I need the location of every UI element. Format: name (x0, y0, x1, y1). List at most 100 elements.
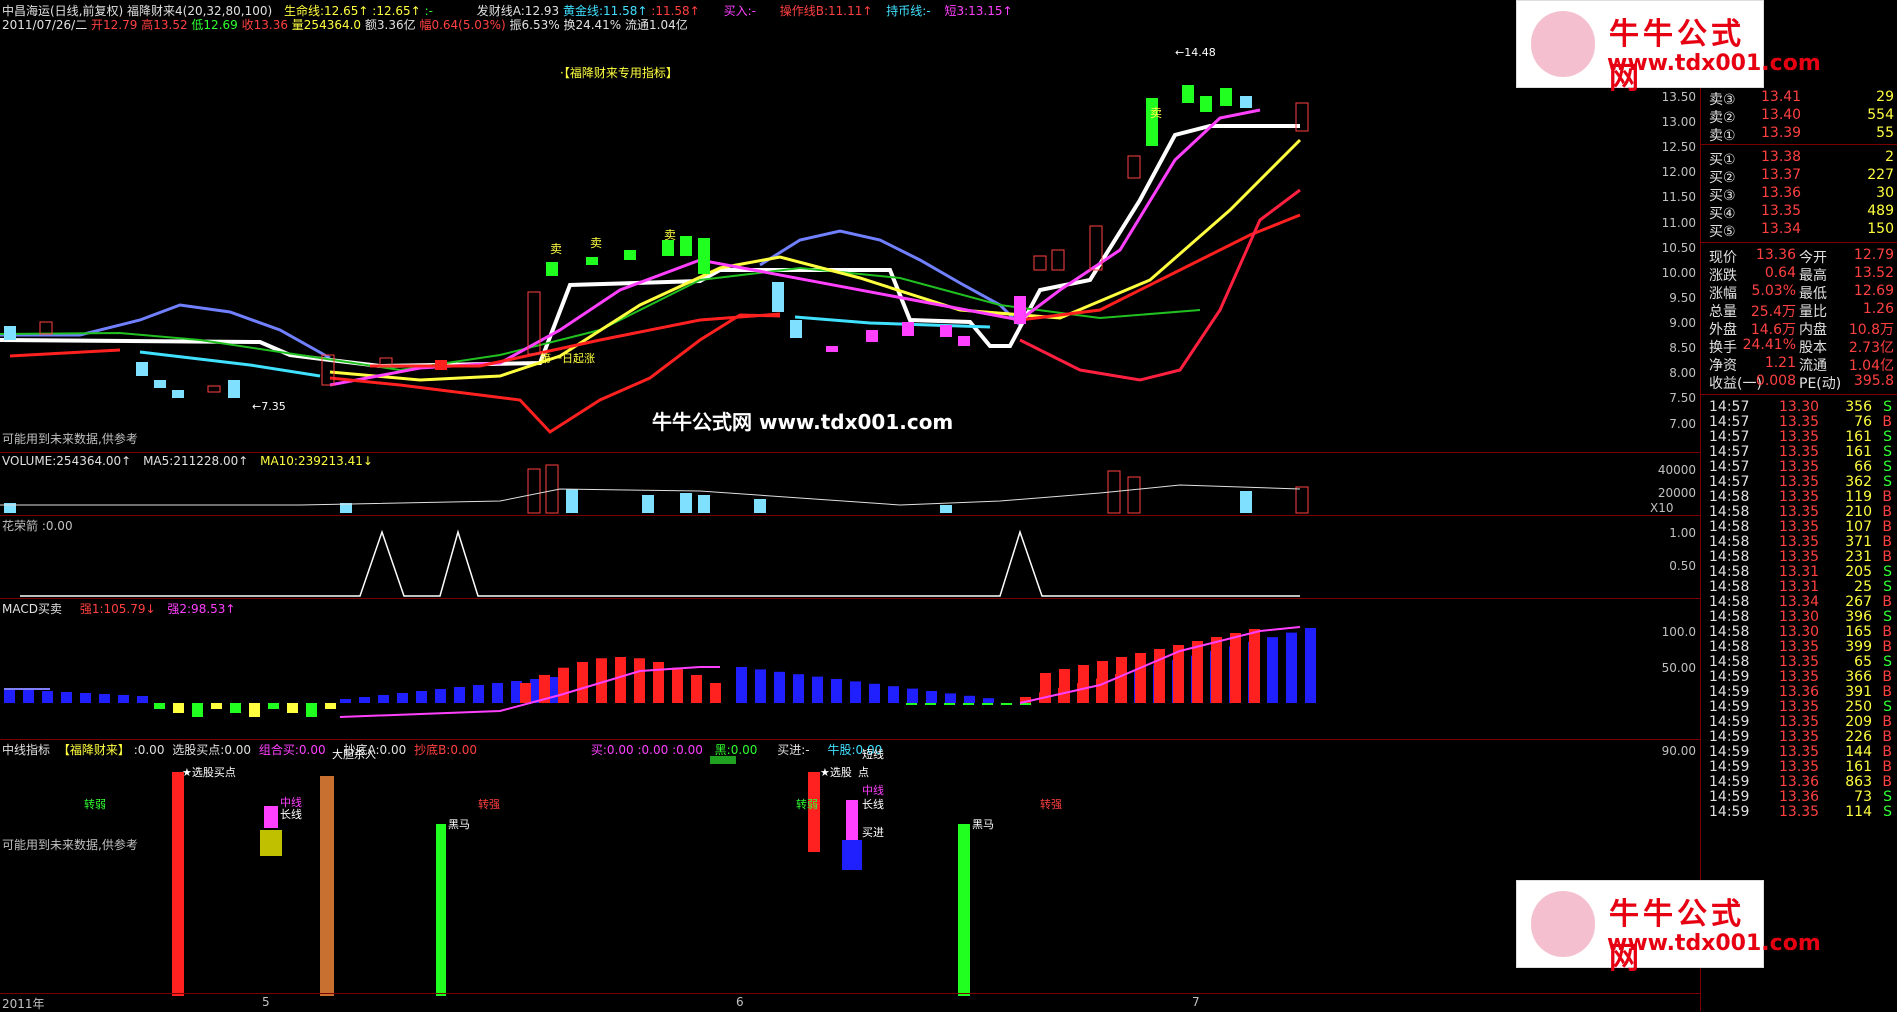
macd-bar (869, 683, 880, 703)
macd-axis: 100.0 50.00 (1650, 599, 1700, 739)
price-chart[interactable] (0, 0, 1650, 452)
macd-tick: 50.00 (1661, 661, 1696, 675)
buy-price: 13.35 (1761, 203, 1802, 219)
tick-price: 13.35 (1779, 804, 1820, 820)
macd-bar (963, 703, 974, 705)
stat-row: 涨幅 5.03% 最低 12.69 (1701, 282, 1897, 302)
macd-bar (1249, 629, 1260, 703)
candle (172, 390, 184, 398)
volume-bar (642, 495, 654, 513)
future-data-note-bottom: 可能用到未来数据,供参考 (2, 838, 138, 852)
stat-row: 总量 25.4万 量比 1.26 (1701, 300, 1897, 320)
macd-bar (520, 683, 531, 703)
signal-bar (842, 840, 862, 870)
stat-row: 涨跌 0.64 最高 13.52 (1701, 264, 1897, 284)
price-tick: 9.50 (1669, 291, 1696, 305)
price-pane[interactable]: 中昌海运(日线,前复权) 福降财来4(20,32,80,100) 生命线:12.… (0, 0, 1650, 452)
sell-mark-2: 卖 (590, 236, 603, 250)
price-tick: 8.00 (1669, 366, 1696, 380)
logo-url: www.tdx001.com (1607, 51, 1821, 76)
macd-bar (416, 691, 427, 703)
candle (228, 380, 240, 398)
volume-bars (4, 464, 1309, 514)
sell-price: 13.39 (1761, 125, 1802, 141)
signal-bar (264, 806, 278, 828)
tick-row: 14:59 13.35 114 S (1701, 803, 1897, 821)
macd-bar (287, 703, 298, 713)
stat-value: 0.008 (1755, 373, 1796, 389)
macd-bar (1267, 637, 1278, 703)
candle (546, 262, 558, 276)
label-zhuanruo-1: 转弱 (84, 798, 106, 811)
signal-bar (260, 830, 282, 856)
price-tick: 10.50 (1661, 241, 1696, 255)
macd-bar (378, 695, 389, 703)
tick-volume: 114 (1845, 804, 1872, 820)
cow-icon (1531, 11, 1595, 77)
macd-bar (268, 703, 279, 709)
candle (698, 238, 710, 274)
stat-label: PE(动) (1799, 376, 1842, 392)
macd-bar (1135, 653, 1146, 703)
quote-divider (1701, 394, 1897, 395)
volume-bar (527, 468, 541, 514)
sell-volume: 29 (1876, 89, 1894, 105)
label-maijin: 买进 (862, 826, 884, 839)
macd-bar (926, 691, 937, 703)
stat-value: 13.52 (1853, 265, 1894, 281)
price-tick: 7.50 (1669, 391, 1696, 405)
sell-price: 13.41 (1761, 89, 1802, 105)
hua-line (20, 529, 1300, 597)
rally-label: 第一日起涨 (540, 352, 595, 365)
macd-bar (340, 699, 351, 703)
candle (4, 326, 16, 340)
macd-bar (982, 703, 993, 705)
logo-bottom: 牛牛公式网 www.tdx001.com (1516, 880, 1821, 976)
label-zhuanqiang-1: 转强 (478, 798, 500, 811)
logo-url: www.tdx001.com (1607, 931, 1821, 956)
x-tick: 5 (262, 995, 270, 1009)
buy-row: 买② 13.37 227 (1701, 166, 1897, 186)
stat-value: 5.03% (1751, 283, 1796, 299)
macd-bar (558, 667, 569, 703)
volume-bar (698, 495, 710, 513)
signal-bar (846, 800, 858, 840)
buy-volume: 30 (1876, 185, 1894, 201)
volume-axis: 40000 20000 X10 (1650, 453, 1700, 515)
bottom-axis: 90.00 (1650, 740, 1700, 840)
volume-pane[interactable]: VOLUME:254364.00↑ MA5:211228.00↑ MA10:23… (0, 453, 1650, 515)
price-tick: 11.00 (1661, 216, 1696, 230)
price-tick: 13.00 (1661, 115, 1696, 129)
candle (826, 346, 838, 352)
macd-pane[interactable]: MACD买卖 强1:105.79↓ 强2:98.53↑ (0, 599, 1650, 739)
macd-bar (230, 703, 241, 713)
quote-panel[interactable]: 卖③ 13.41 29 卖② 13.40 554 卖① 13.39 55 买① 13.38 2 买② 13… (1700, 0, 1897, 1011)
macd-bar (397, 693, 408, 703)
buy-row: 买③ 13.36 30 (1701, 184, 1897, 204)
candle (586, 257, 598, 265)
candle (790, 320, 802, 338)
macd-bar (774, 671, 785, 703)
macd-bar (1001, 703, 1012, 705)
tick-side: S (1883, 804, 1892, 820)
label-heima-1: 黑马 (448, 818, 470, 831)
sell-mark-1: 卖 (550, 242, 563, 256)
macd-bar (492, 683, 503, 703)
macd-bar (755, 669, 766, 703)
macd-bar (925, 703, 936, 705)
hua-pane[interactable]: 花荣箭 :0.00 (0, 516, 1650, 598)
candle (958, 336, 970, 346)
red-ma-line (9, 348, 121, 358)
candle (39, 321, 53, 335)
volume-bar (754, 499, 766, 513)
label-xuangu-1: ★选股买点 (182, 766, 236, 779)
macd-bar (192, 703, 203, 717)
macd-bar (577, 661, 588, 703)
buy-price: 13.38 (1761, 149, 1802, 165)
macd-bar (983, 698, 994, 703)
macd-bar (249, 703, 260, 717)
bottom-pane[interactable]: 中线指标 【福降财来】 :0.00 选股买点:0.00 组合买:0.00 抄底A… (0, 740, 1650, 996)
volume-chart (0, 464, 1309, 514)
macd-bar (964, 695, 975, 703)
buy-volume: 227 (1867, 167, 1894, 183)
